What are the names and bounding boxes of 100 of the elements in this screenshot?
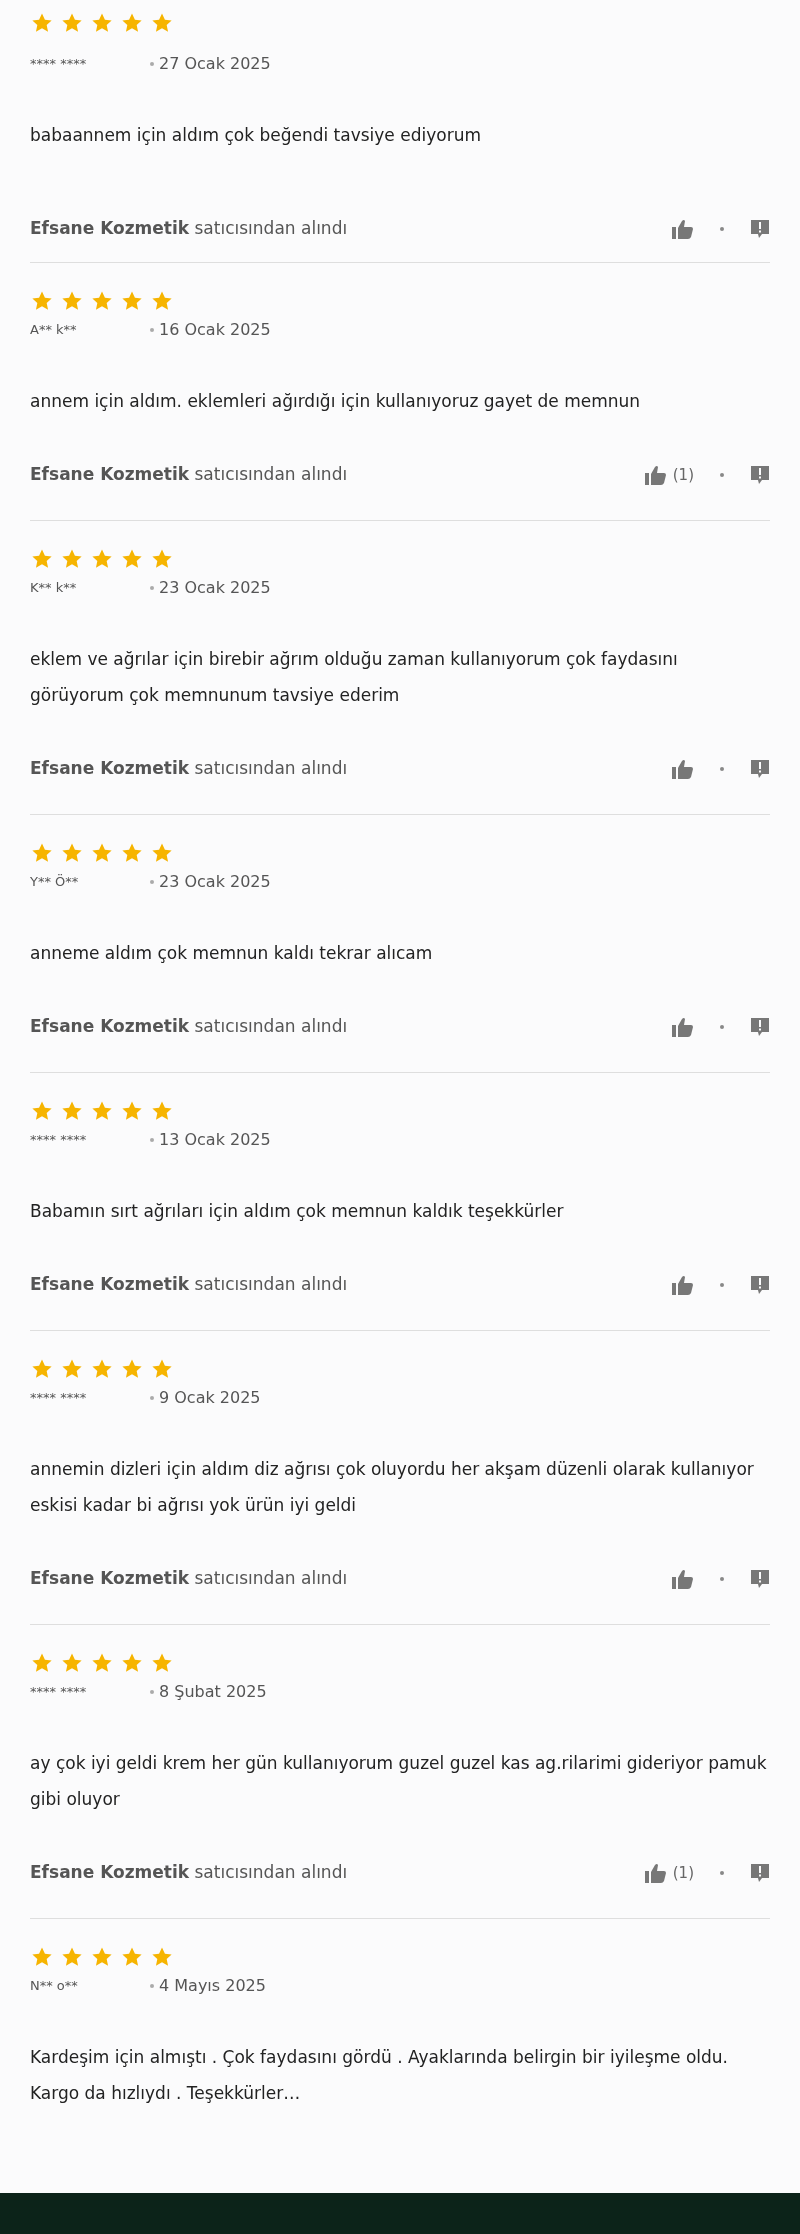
star-icon — [120, 842, 144, 864]
star-icon — [90, 1358, 114, 1380]
star-icon — [30, 842, 54, 864]
dot-separator — [150, 586, 154, 590]
dot-separator — [720, 473, 724, 477]
review-text: anneme aldım çok memnun kaldı tekrar alıcam — [30, 942, 434, 965]
reviewer-name: **** **** — [30, 1389, 88, 1408]
like-button[interactable]: (1) — [644, 463, 694, 487]
reviewer-name: A** k** — [30, 321, 78, 340]
review-text: annem için aldım. eklemleri ağırdığı için kullanıyoruz gayet de memnun — [30, 390, 642, 413]
star-icon — [60, 1946, 84, 1968]
star-icon — [90, 842, 114, 864]
report-button[interactable] — [750, 759, 770, 779]
review-text: annemin dizleri için aldım diz ağrısı çok oluyordu her akşam düzenli olarak kullanıyor eskisi kadar bi ağrısı yok ürün iyi geldi — [30, 1458, 755, 1517]
report-icon — [750, 1569, 770, 1589]
star-icon — [120, 1100, 144, 1122]
star-icon — [60, 842, 84, 864]
report-button[interactable] — [750, 219, 770, 239]
star-icon — [30, 1652, 54, 1674]
report-button[interactable] — [750, 1863, 770, 1883]
report-button[interactable] — [750, 1017, 770, 1037]
star-icon — [120, 548, 144, 570]
like-button[interactable] — [672, 1569, 694, 1589]
like-button[interactable] — [672, 1017, 694, 1037]
reviewer-name: K** k** — [30, 579, 78, 598]
star-icon — [120, 1652, 144, 1674]
dot-separator — [150, 1138, 154, 1142]
review-date: 23 Ocak 2025 — [159, 577, 271, 599]
report-button[interactable] — [750, 1569, 770, 1589]
star-icon — [60, 548, 84, 570]
star-icon — [60, 1358, 84, 1380]
dot-separator — [150, 328, 154, 332]
star-icon — [90, 548, 114, 570]
star-icon — [150, 1946, 174, 1968]
report-button[interactable] — [750, 465, 770, 485]
review-text: Kardeşim için almıştı . Çok faydasını gördü . Ayaklarında belirgin bir iyileşme oldu. Kargo da hızlıydı . Teşekkürler… — [30, 2046, 730, 2105]
review-date: 23 Ocak 2025 — [159, 871, 271, 893]
star-icon — [90, 1100, 114, 1122]
dot-separator — [720, 1025, 724, 1029]
dot-separator — [150, 1396, 154, 1400]
dot-separator — [150, 1690, 154, 1694]
dot-separator — [150, 1984, 154, 1988]
dot-separator — [150, 62, 154, 66]
like-button[interactable] — [672, 219, 694, 239]
report-icon — [750, 1863, 770, 1883]
star-icon — [30, 1358, 54, 1380]
report-icon — [750, 219, 770, 239]
star-icon — [150, 548, 174, 570]
report-button[interactable] — [750, 1275, 770, 1295]
thumbs-up-icon — [672, 759, 694, 779]
seller-info: Efsane Kozmetik satıcısından alındı — [30, 1861, 348, 1885]
star-icon — [150, 290, 174, 312]
star-icon — [90, 12, 114, 34]
star-icon — [150, 1358, 174, 1380]
star-icon — [30, 548, 54, 570]
thumbs-up-icon — [644, 1863, 667, 1883]
review-date: 9 Ocak 2025 — [159, 1387, 261, 1409]
reviewer-name: Y** Ö** — [30, 873, 80, 892]
report-icon — [750, 759, 770, 779]
like-button[interactable] — [672, 1275, 694, 1295]
dot-separator — [720, 1577, 724, 1581]
review-date: 27 Ocak 2025 — [159, 53, 271, 75]
star-icon — [60, 290, 84, 312]
seller-info: Efsane Kozmetik satıcısından alındı — [30, 1015, 348, 1039]
star-icon — [60, 12, 84, 34]
star-icon — [120, 1358, 144, 1380]
star-icon — [30, 12, 54, 34]
seller-info: Efsane Kozmetik satıcısından alındı — [30, 757, 348, 781]
star-icon — [90, 1946, 114, 1968]
star-icon — [120, 12, 144, 34]
thumbs-up-icon — [672, 1569, 694, 1589]
star-icon — [60, 1100, 84, 1122]
star-icon — [30, 290, 54, 312]
like-button[interactable]: (1) — [644, 1861, 694, 1885]
star-icon — [120, 1946, 144, 1968]
review-date: 4 Mayıs 2025 — [159, 1975, 266, 1997]
thumbs-up-icon — [672, 219, 694, 239]
dot-separator — [720, 227, 724, 231]
reviewer-name: **** **** — [30, 1683, 88, 1702]
reviewer-name: **** **** — [30, 55, 88, 74]
star-icon — [90, 290, 114, 312]
thumbs-up-icon — [644, 465, 667, 485]
seller-info: Efsane Kozmetik satıcısından alındı — [30, 1273, 348, 1297]
star-icon — [120, 290, 144, 312]
review-date: 16 Ocak 2025 — [159, 319, 271, 341]
star-icon — [30, 1100, 54, 1122]
seller-info: Efsane Kozmetik satıcısından alındı — [30, 217, 348, 241]
report-icon — [750, 465, 770, 485]
dot-separator — [720, 767, 724, 771]
star-icon — [150, 12, 174, 34]
star-icon — [150, 1652, 174, 1674]
review-text: ay çok iyi geldi krem her gün kullanıyorum guzel guzel kas ag.rilarimi gideriyor pamuk gibi oluyor — [30, 1752, 768, 1811]
dot-separator — [150, 880, 154, 884]
reviewer-name: **** **** — [30, 1131, 88, 1150]
star-icon — [150, 842, 174, 864]
like-button[interactable] — [672, 759, 694, 779]
review-date: 13 Ocak 2025 — [159, 1129, 271, 1151]
seller-info: Efsane Kozmetik satıcısından alındı — [30, 463, 348, 487]
reviewer-name: N** o** — [30, 1977, 79, 1996]
report-icon — [750, 1275, 770, 1295]
